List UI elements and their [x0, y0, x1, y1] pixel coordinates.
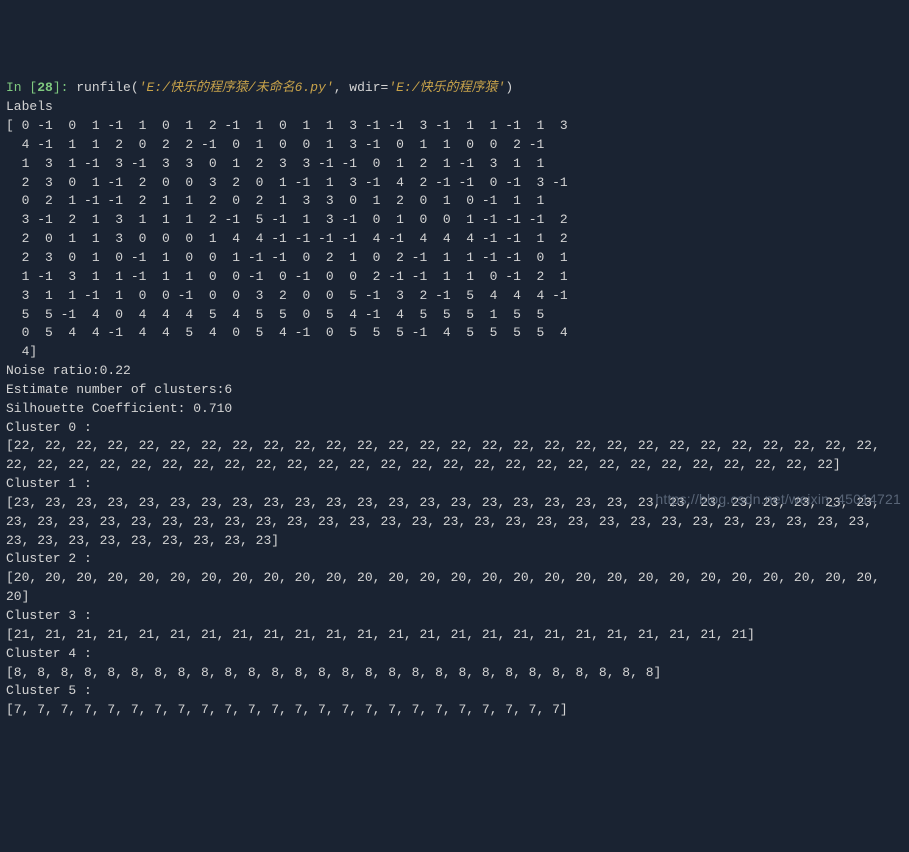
labels-row: 1 3 1 -1 3 -1 3 3 0 1 2 3 3 -1 -1 0 1 2 …	[6, 156, 544, 171]
cluster-content: [8, 8, 8, 8, 8, 8, 8, 8, 8, 8, 8, 8, 8, …	[6, 665, 661, 680]
cluster-label: Cluster 5 :	[6, 683, 92, 698]
command-func: runfile(	[76, 80, 138, 95]
prompt-close: ]:	[53, 80, 69, 95]
command-end: )	[505, 80, 513, 95]
prompt-in: In [	[6, 80, 37, 95]
cluster-content: [7, 7, 7, 7, 7, 7, 7, 7, 7, 7, 7, 7, 7, …	[6, 702, 568, 717]
watermark: https://blog.csdn.net/weixin_45014721	[655, 489, 901, 509]
labels-row: 1 -1 3 1 1 -1 1 1 0 0 -1 0 -1 0 0 2 -1 -…	[6, 269, 568, 284]
cluster-label: Cluster 2 :	[6, 551, 92, 566]
cluster-label: Cluster 1 :	[6, 476, 92, 491]
prompt-number: 28	[37, 80, 53, 95]
command-kw: wdir=	[349, 80, 388, 95]
command-arg2: 'E:/快乐的程序猿'	[388, 80, 505, 95]
labels-row: 2 3 0 1 0 -1 1 0 0 1 -1 -1 0 2 1 0 2 -1 …	[6, 250, 568, 265]
labels-row: [ 0 -1 0 1 -1 1 0 1 2 -1 1 0 1 1 3 -1 -1…	[6, 118, 568, 133]
labels-row: 2 0 1 1 3 0 0 0 1 4 4 -1 -1 -1 -1 4 -1 4…	[6, 231, 568, 246]
labels-row: 4]	[6, 344, 37, 359]
cluster-label: Cluster 3 :	[6, 608, 92, 623]
console-output[interactable]: In [28]: runfile('E:/快乐的程序猿/未命名6.py', wd…	[6, 79, 903, 720]
labels-row: 4 -1 1 1 2 0 2 2 -1 0 1 0 0 1 3 -1 0 1 1…	[6, 137, 544, 152]
command-arg1: 'E:/快乐的程序猿/未命名6.py'	[139, 80, 334, 95]
estimate-clusters: Estimate number of clusters:6	[6, 382, 232, 397]
cluster-label: Cluster 0 :	[6, 420, 92, 435]
noise-ratio: Noise ratio:0.22	[6, 363, 131, 378]
labels-header: Labels	[6, 99, 53, 114]
cluster-content: [21, 21, 21, 21, 21, 21, 21, 21, 21, 21,…	[6, 627, 755, 642]
cluster-label: Cluster 4 :	[6, 646, 92, 661]
cluster-content: [20, 20, 20, 20, 20, 20, 20, 20, 20, 20,…	[6, 570, 888, 604]
labels-row: 2 3 0 1 -1 2 0 0 3 2 0 1 -1 1 3 -1 4 2 -…	[6, 175, 568, 190]
labels-row: 3 -1 2 1 3 1 1 1 2 -1 5 -1 1 3 -1 0 1 0 …	[6, 212, 568, 227]
labels-row: 5 5 -1 4 0 4 4 4 5 4 5 5 0 5 4 -1 4 5 5 …	[6, 307, 544, 322]
labels-row: 0 2 1 -1 -1 2 1 1 2 0 2 1 3 3 0 1 2 0 1 …	[6, 193, 544, 208]
labels-row: 3 1 1 -1 1 0 0 -1 0 0 3 2 0 0 5 -1 3 2 -…	[6, 288, 568, 303]
labels-row: 0 5 4 4 -1 4 4 5 4 0 5 4 -1 0 5 5 5 -1 4…	[6, 325, 568, 340]
cluster-content: [22, 22, 22, 22, 22, 22, 22, 22, 22, 22,…	[6, 438, 888, 472]
labels-array: [ 0 -1 0 1 -1 1 0 1 2 -1 1 0 1 1 3 -1 -1…	[6, 118, 568, 359]
command-comma: ,	[334, 80, 350, 95]
silhouette-coefficient: Silhouette Coefficient: 0.710	[6, 401, 232, 416]
